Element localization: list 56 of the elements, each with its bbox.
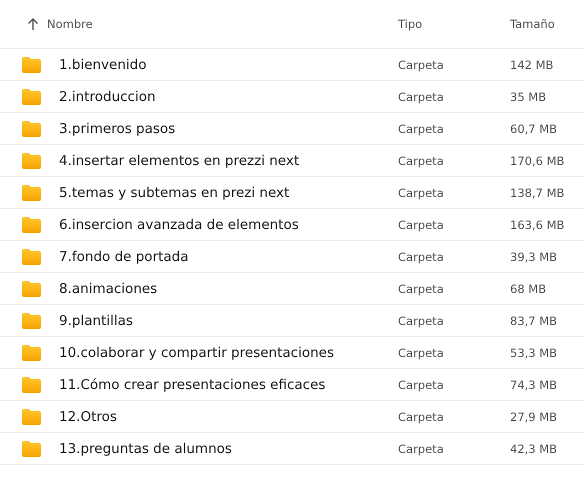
type-text: Carpeta <box>398 58 445 72</box>
type-text: Carpeta <box>398 186 445 200</box>
size-text: 83,7 MB <box>510 314 558 328</box>
folder-icon <box>22 440 41 456</box>
folder-icon <box>22 88 41 104</box>
sort-arrow-icon[interactable] <box>27 18 39 30</box>
size-text: 39,3 MB <box>510 250 558 264</box>
folder-icon <box>22 376 41 392</box>
folder-icon <box>22 408 41 424</box>
type-text: Carpeta <box>398 218 445 232</box>
folder-icon <box>22 120 41 136</box>
size-text: 42,3 MB <box>510 442 558 456</box>
size-text: 170,6 MB <box>510 154 564 168</box>
column-header[interactable]: Tamaño <box>510 17 555 31</box>
type-text: Carpeta <box>398 442 445 456</box>
size-text: 163,6 MB <box>510 218 564 232</box>
column-header[interactable]: Tipo <box>398 17 422 31</box>
folder-icon <box>22 216 41 232</box>
folder-icon <box>22 184 41 200</box>
type-text: Carpeta <box>398 90 445 104</box>
folder-icon <box>22 312 41 328</box>
folder-name[interactable]: 12.Otros <box>59 408 117 424</box>
type-text: Carpeta <box>398 282 445 296</box>
size-text: 68 MB <box>510 282 546 296</box>
folder-name[interactable]: 1.bienvenido <box>59 56 146 72</box>
column-header[interactable]: Nombre <box>47 17 93 31</box>
folder-name[interactable]: 11.Cómo crear presentaciones eficaces <box>59 376 326 392</box>
folder-name[interactable]: 3.primeros pasos <box>59 120 176 136</box>
folder-name[interactable]: 4.insertar elementos en prezzi next <box>59 152 300 168</box>
folder-name[interactable]: 10.colaborar y compartir presentaciones <box>59 344 334 360</box>
folder-name[interactable]: 7.fondo de portada <box>59 248 189 264</box>
size-text: 27,9 MB <box>510 410 558 424</box>
type-text: Carpeta <box>398 250 445 264</box>
type-text: Carpeta <box>398 154 445 168</box>
folder-name[interactable]: 2.introduccion <box>59 88 156 104</box>
size-text: 138,7 MB <box>510 186 564 200</box>
size-text: 60,7 MB <box>510 122 558 136</box>
size-text: 142 MB <box>510 58 554 72</box>
folder-name[interactable]: 13.preguntas de alumnos <box>59 440 232 456</box>
folder-name[interactable]: 9.plantillas <box>59 312 133 328</box>
folder-name[interactable]: 5.temas y subtemas en prezi next <box>59 184 290 200</box>
type-text: Carpeta <box>398 410 445 424</box>
folder-icon <box>22 152 41 168</box>
size-text: 74,3 MB <box>510 378 558 392</box>
folder-icon <box>22 280 41 296</box>
type-text: Carpeta <box>398 346 445 360</box>
folder-icon <box>22 248 41 264</box>
type-text: Carpeta <box>398 314 445 328</box>
type-text: Carpeta <box>398 122 445 136</box>
folder-name[interactable]: 6.insercion avanzada de elementos <box>59 216 299 232</box>
folder-name[interactable]: 8.animaciones <box>59 280 158 296</box>
size-text: 53,3 MB <box>510 346 558 360</box>
size-text: 35 MB <box>510 90 546 104</box>
type-text: Carpeta <box>398 378 445 392</box>
folder-icon <box>22 56 41 72</box>
folder-icon <box>22 344 41 360</box>
